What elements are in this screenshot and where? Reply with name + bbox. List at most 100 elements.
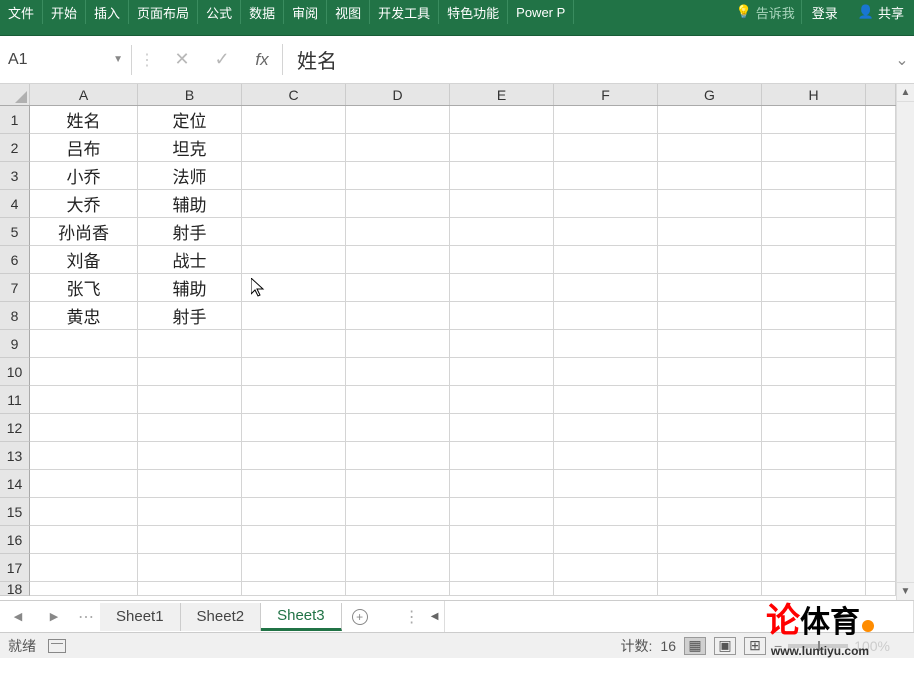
add-sheet-button[interactable]: + bbox=[342, 609, 378, 625]
cell[interactable] bbox=[30, 582, 138, 596]
cell[interactable] bbox=[346, 218, 450, 246]
cell[interactable] bbox=[554, 386, 658, 414]
cell[interactable] bbox=[866, 190, 896, 218]
cell[interactable] bbox=[658, 554, 762, 582]
cell[interactable] bbox=[762, 190, 866, 218]
cell[interactable] bbox=[346, 386, 450, 414]
cell[interactable] bbox=[658, 582, 762, 596]
scroll-up-icon[interactable]: ▲ bbox=[897, 84, 914, 102]
view-break-button[interactable]: ⊞ bbox=[744, 637, 766, 655]
row-header-14[interactable]: 14 bbox=[0, 470, 30, 498]
row-header-18[interactable]: 18 bbox=[0, 582, 30, 596]
cell[interactable] bbox=[450, 358, 554, 386]
cell[interactable] bbox=[346, 526, 450, 554]
cell[interactable] bbox=[866, 134, 896, 162]
col-header-partial[interactable] bbox=[866, 84, 896, 105]
vertical-scrollbar[interactable]: ▲ ▼ bbox=[896, 84, 914, 600]
cell[interactable] bbox=[762, 498, 866, 526]
sheet-tab-1[interactable]: Sheet1 bbox=[100, 603, 181, 631]
cell[interactable] bbox=[762, 134, 866, 162]
cell[interactable] bbox=[450, 498, 554, 526]
cell[interactable] bbox=[450, 554, 554, 582]
select-all-button[interactable] bbox=[0, 84, 30, 105]
cell-a3[interactable]: 小乔 bbox=[30, 162, 138, 190]
cell[interactable] bbox=[762, 106, 866, 134]
cell[interactable] bbox=[242, 106, 346, 134]
row-header-10[interactable]: 10 bbox=[0, 358, 30, 386]
tab-developer[interactable]: 开发工具 bbox=[370, 0, 439, 24]
expand-formula-icon[interactable]: ⌄ bbox=[890, 50, 914, 70]
tab-review[interactable]: 审阅 bbox=[284, 0, 327, 24]
cell[interactable] bbox=[30, 442, 138, 470]
cell[interactable] bbox=[762, 526, 866, 554]
cell[interactable] bbox=[762, 442, 866, 470]
cell-a8[interactable]: 黄忠 bbox=[30, 302, 138, 330]
cell[interactable] bbox=[658, 498, 762, 526]
cell[interactable] bbox=[30, 414, 138, 442]
cell[interactable] bbox=[762, 218, 866, 246]
cell[interactable] bbox=[658, 218, 762, 246]
cell[interactable] bbox=[242, 442, 346, 470]
cell[interactable] bbox=[554, 302, 658, 330]
col-header-b[interactable]: B bbox=[138, 84, 242, 105]
cell[interactable] bbox=[30, 358, 138, 386]
col-header-f[interactable]: F bbox=[554, 84, 658, 105]
cell[interactable] bbox=[866, 162, 896, 190]
cell[interactable] bbox=[554, 274, 658, 302]
cell[interactable] bbox=[658, 526, 762, 554]
cell[interactable] bbox=[346, 498, 450, 526]
cell[interactable] bbox=[866, 386, 896, 414]
tab-file[interactable]: 文件 bbox=[0, 0, 43, 24]
cell[interactable] bbox=[658, 106, 762, 134]
cell-a1[interactable]: 姓名 bbox=[30, 106, 138, 134]
cell[interactable] bbox=[554, 442, 658, 470]
cell[interactable] bbox=[138, 470, 242, 498]
cell-b7[interactable]: 辅助 bbox=[138, 274, 242, 302]
cell[interactable] bbox=[450, 582, 554, 596]
cell[interactable] bbox=[554, 554, 658, 582]
cell-a5[interactable]: 孙尚香 bbox=[30, 218, 138, 246]
cell[interactable] bbox=[450, 526, 554, 554]
cell[interactable] bbox=[346, 358, 450, 386]
cell[interactable] bbox=[658, 330, 762, 358]
cell-b1[interactable]: 定位 bbox=[138, 106, 242, 134]
chevron-down-icon[interactable]: ▼ bbox=[113, 54, 123, 65]
cell[interactable] bbox=[242, 554, 346, 582]
cell[interactable] bbox=[242, 274, 346, 302]
enter-button[interactable]: ✓ bbox=[202, 45, 242, 75]
tab-home[interactable]: 开始 bbox=[43, 0, 86, 24]
view-normal-button[interactable]: ▦ bbox=[684, 637, 706, 655]
row-header-16[interactable]: 16 bbox=[0, 526, 30, 554]
cell[interactable] bbox=[866, 302, 896, 330]
cell[interactable] bbox=[658, 358, 762, 386]
cell-b3[interactable]: 法师 bbox=[138, 162, 242, 190]
cell[interactable] bbox=[450, 330, 554, 358]
cell[interactable] bbox=[554, 358, 658, 386]
cell[interactable] bbox=[138, 526, 242, 554]
cell[interactable] bbox=[138, 554, 242, 582]
tab-more[interactable]: ⋯ bbox=[72, 607, 100, 627]
cell[interactable] bbox=[138, 582, 242, 596]
cell-a2[interactable]: 吕布 bbox=[30, 134, 138, 162]
cell[interactable] bbox=[762, 274, 866, 302]
share-button[interactable]: 👤 共享 bbox=[848, 0, 914, 24]
row-header-5[interactable]: 5 bbox=[0, 218, 30, 246]
cell[interactable] bbox=[658, 414, 762, 442]
cell[interactable] bbox=[866, 358, 896, 386]
cell[interactable] bbox=[346, 274, 450, 302]
tab-powerp[interactable]: Power P bbox=[508, 0, 574, 24]
formula-input[interactable]: 姓名 bbox=[297, 45, 337, 74]
cell[interactable] bbox=[762, 358, 866, 386]
cell[interactable] bbox=[450, 470, 554, 498]
cancel-button[interactable]: ✕ bbox=[162, 45, 202, 75]
tab-special[interactable]: 特色功能 bbox=[439, 0, 508, 24]
cell[interactable] bbox=[762, 162, 866, 190]
cell[interactable] bbox=[450, 302, 554, 330]
cell[interactable] bbox=[242, 386, 346, 414]
cell[interactable] bbox=[138, 498, 242, 526]
cell[interactable] bbox=[450, 442, 554, 470]
fx-button[interactable]: fx bbox=[242, 45, 282, 75]
cell[interactable] bbox=[450, 386, 554, 414]
col-header-d[interactable]: D bbox=[346, 84, 450, 105]
cell[interactable] bbox=[242, 330, 346, 358]
